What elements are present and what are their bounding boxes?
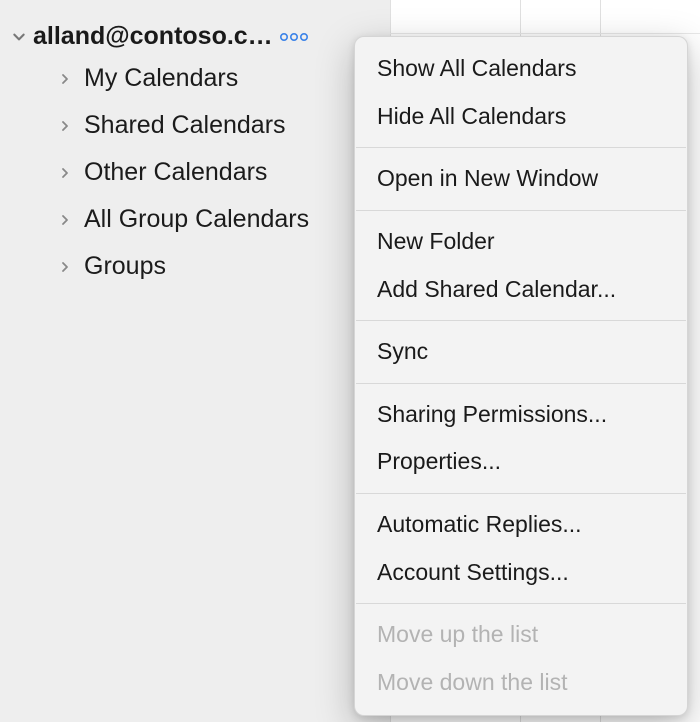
menu-item-open-new-window[interactable]: Open in New Window [355,155,687,203]
sidebar-item-label: All Group Calendars [84,205,309,234]
menu-item-show-all-calendars[interactable]: Show All Calendars [355,45,687,93]
menu-separator [356,210,686,211]
sidebar-item-label: Groups [84,252,166,281]
sidebar-item-my-calendars[interactable]: My Calendars [0,55,390,102]
menu-separator [356,603,686,604]
menu-item-move-down: Move down the list [355,659,687,707]
menu-item-add-shared-calendar[interactable]: Add Shared Calendar... [355,266,687,314]
sidebar-item-other-calendars[interactable]: Other Calendars [0,149,390,196]
calendar-gridline [390,33,700,34]
sidebar-item-label: My Calendars [84,64,238,93]
account-header[interactable]: alland@contoso.c… [0,18,390,55]
chevron-right-icon [56,70,74,88]
calendar-sidebar: alland@contoso.c… My Calendars Shared Ca… [0,0,390,722]
menu-separator [356,383,686,384]
menu-separator [356,147,686,148]
sidebar-item-label: Other Calendars [84,158,267,187]
menu-separator [356,320,686,321]
menu-item-automatic-replies[interactable]: Automatic Replies... [355,501,687,549]
sidebar-item-shared-calendars[interactable]: Shared Calendars [0,102,390,149]
chevron-right-icon [56,211,74,229]
account-context-menu: Show All Calendars Hide All Calendars Op… [354,36,688,716]
menu-item-sync[interactable]: Sync [355,328,687,376]
menu-item-sharing-permissions[interactable]: Sharing Permissions... [355,391,687,439]
menu-item-properties[interactable]: Properties... [355,438,687,486]
more-options-icon[interactable] [279,30,309,44]
menu-separator [356,493,686,494]
menu-item-new-folder[interactable]: New Folder [355,218,687,266]
sidebar-item-groups[interactable]: Groups [0,243,390,290]
chevron-right-icon [56,258,74,276]
account-email: alland@contoso.c… [33,22,273,51]
menu-item-account-settings[interactable]: Account Settings... [355,549,687,597]
chevron-down-icon [10,28,28,46]
sidebar-item-all-group-calendars[interactable]: All Group Calendars [0,196,390,243]
menu-item-hide-all-calendars[interactable]: Hide All Calendars [355,93,687,141]
chevron-right-icon [56,164,74,182]
chevron-right-icon [56,117,74,135]
menu-item-move-up: Move up the list [355,611,687,659]
sidebar-item-label: Shared Calendars [84,111,286,140]
